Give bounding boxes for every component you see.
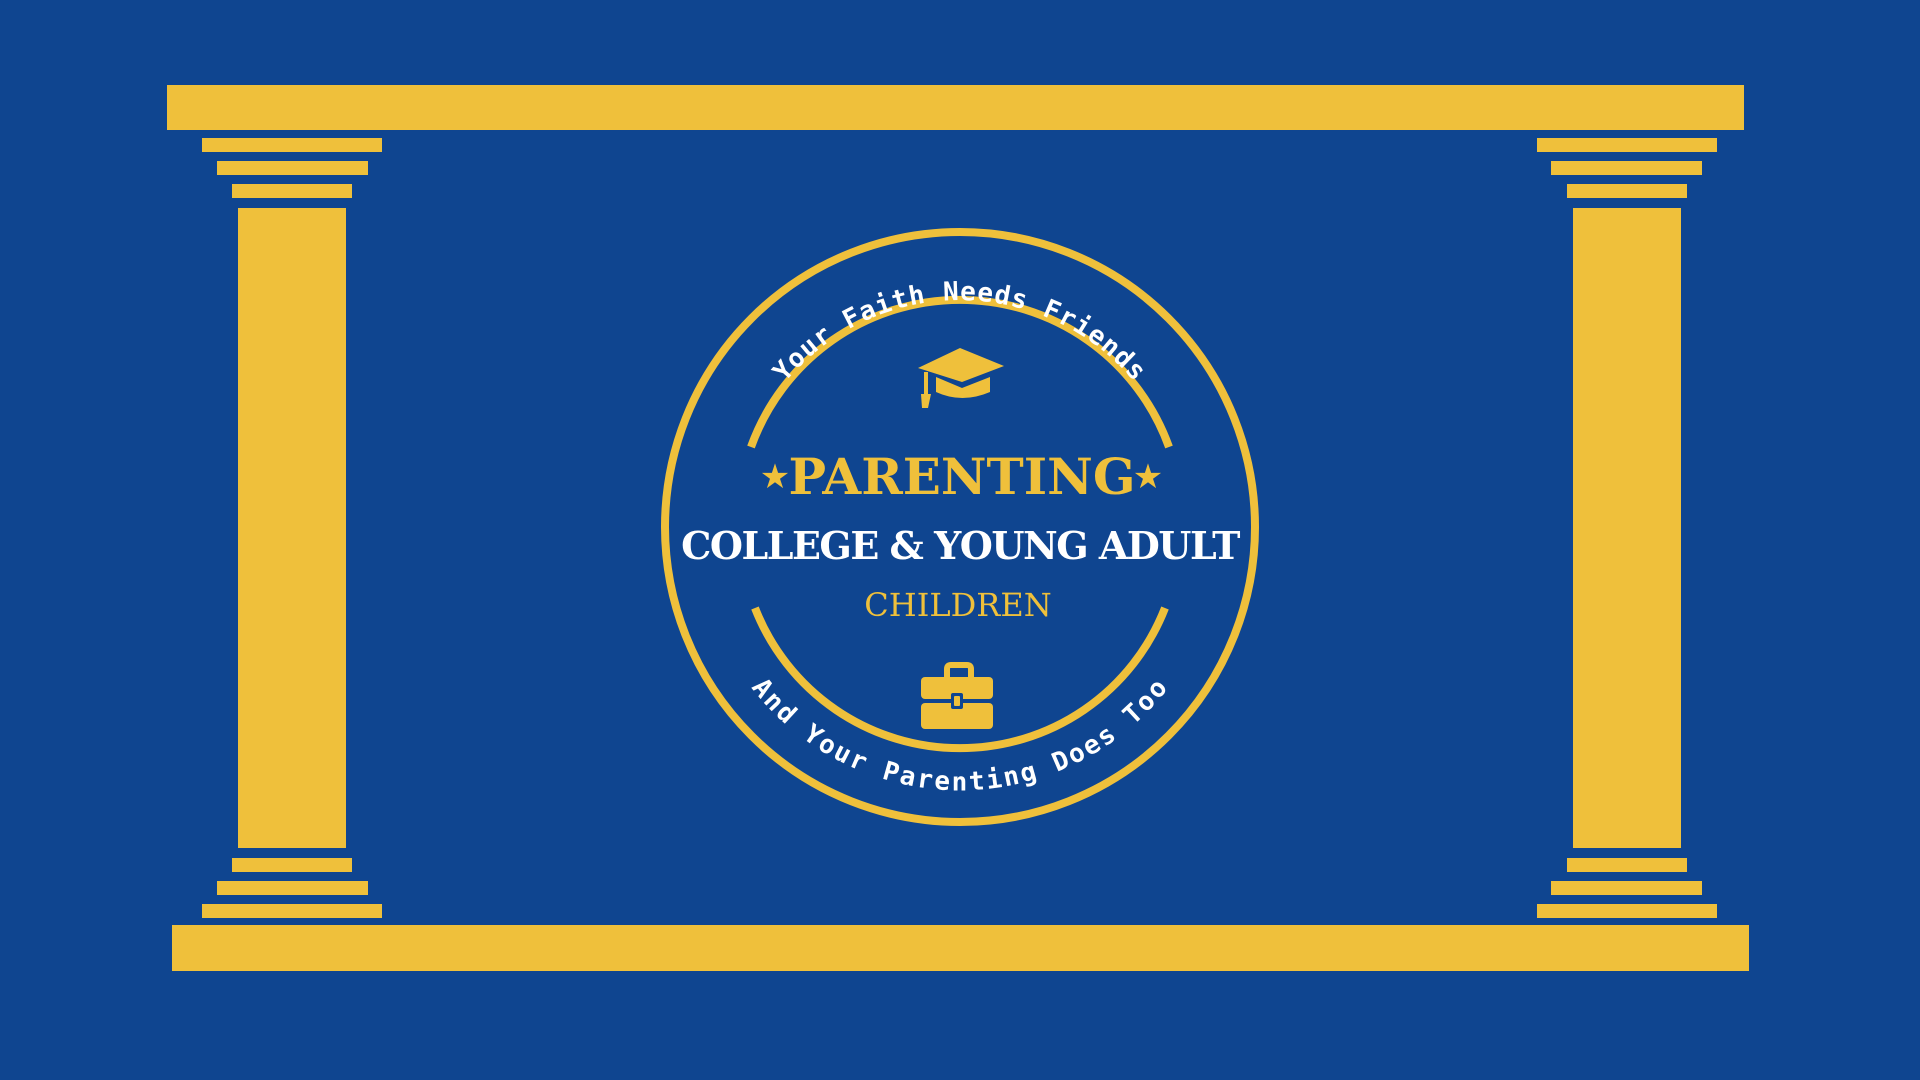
badge-title: PARENTING bbox=[788, 447, 1135, 506]
badge-subtitle: COLLEGE & YOUNG ADULT bbox=[681, 523, 1240, 568]
star-right-icon: ★ bbox=[1133, 457, 1163, 497]
badge-tagline: CHILDREN bbox=[864, 586, 1051, 624]
star-left-icon: ★ bbox=[760, 457, 790, 497]
graduation-cap-icon bbox=[918, 348, 1004, 408]
briefcase-icon bbox=[921, 662, 993, 729]
banner-stage: Your Faith Needs Friends And Your Parent… bbox=[0, 0, 1920, 1080]
badge-emblem: Your Faith Needs Friends And Your Parent… bbox=[661, 228, 1259, 826]
